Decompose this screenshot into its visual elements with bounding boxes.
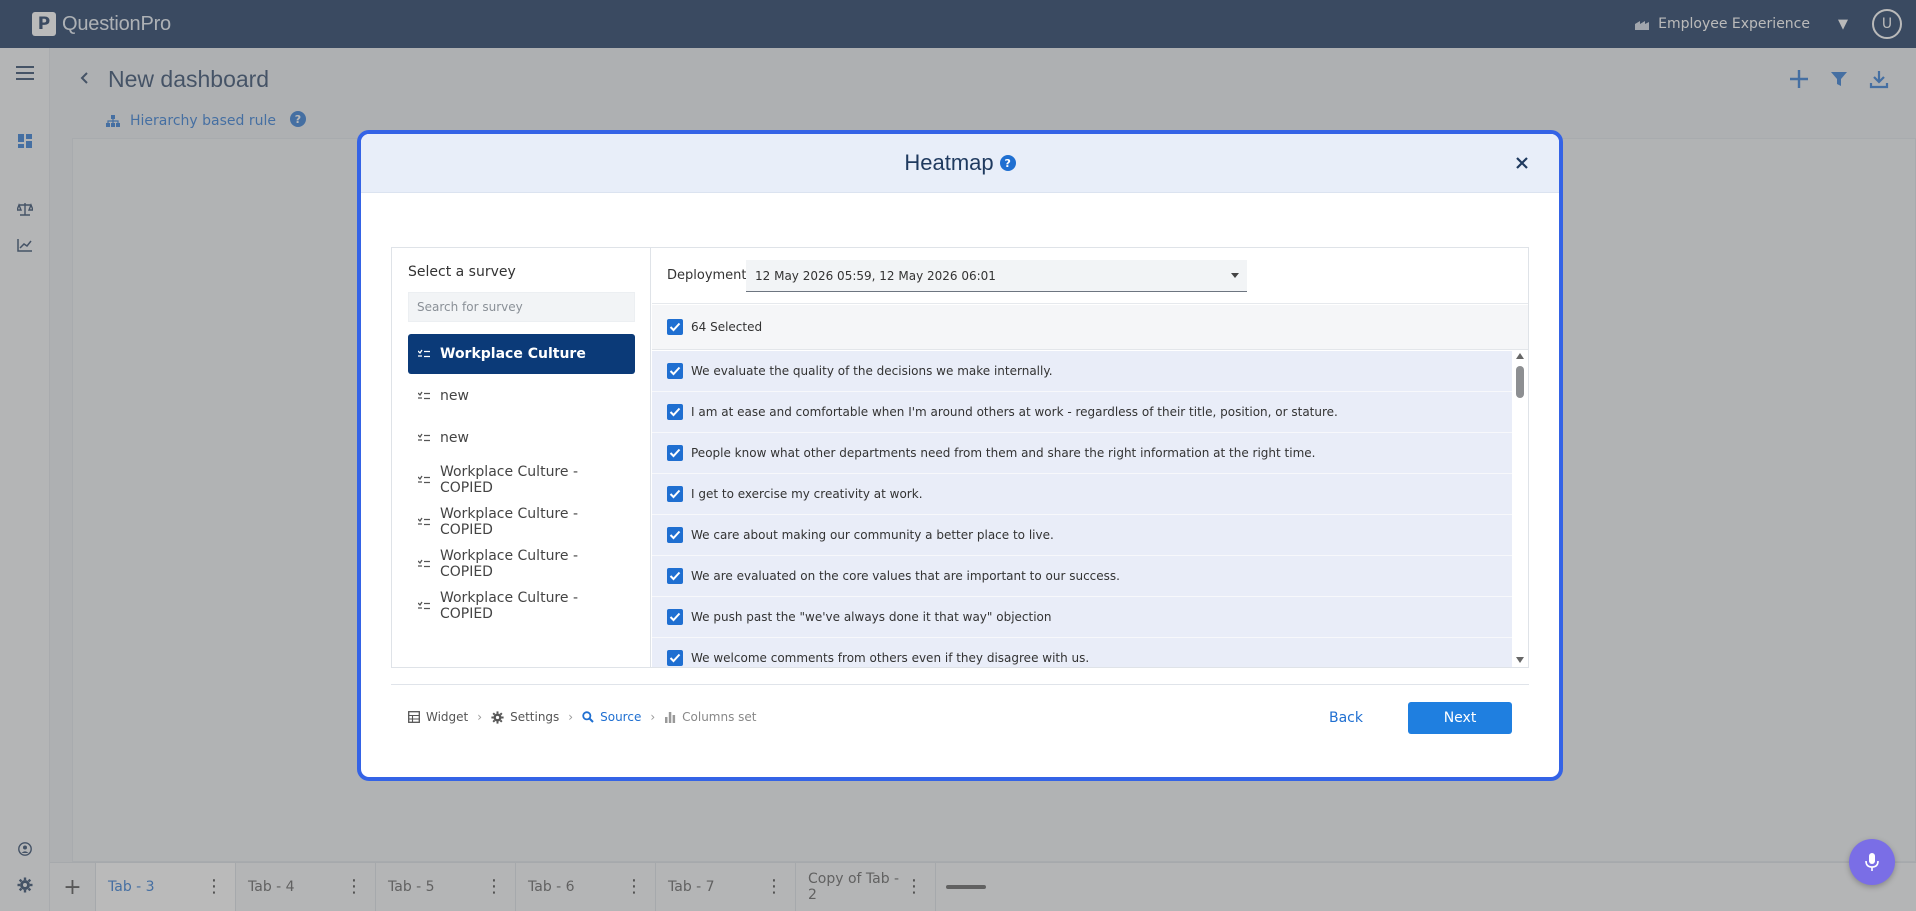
question-checkbox[interactable] (667, 609, 683, 625)
survey-item[interactable]: Workplace Culture - COPIED (408, 586, 635, 626)
question-checkbox[interactable] (667, 363, 683, 379)
survey-item[interactable]: Workplace Culture - COPIED (408, 502, 635, 542)
source-panel: Select a survey Search for survey Workpl… (391, 247, 1529, 668)
select-all-checkbox[interactable] (667, 319, 683, 335)
chevron-right-icon: › (477, 710, 483, 724)
dropdown-caret-icon (1231, 273, 1239, 278)
scroll-down-icon[interactable] (1516, 657, 1524, 663)
question-checkbox[interactable] (667, 404, 683, 420)
checklist-icon (418, 517, 430, 526)
question-item: We care about making our community a bet… (652, 515, 1512, 556)
help-icon[interactable]: ? (999, 155, 1016, 171)
deployment-label: Deployment (667, 268, 747, 283)
modal-title: Heatmap (904, 150, 994, 175)
microphone-button[interactable] (1849, 839, 1895, 885)
wizard-steps: Widget › Settings › Source › Columns set (408, 710, 757, 724)
question-item: I am at ease and comfortable when I'm ar… (652, 392, 1512, 433)
checklist-icon (418, 349, 430, 358)
survey-item[interactable]: Workplace Culture (408, 334, 635, 374)
deployment-select[interactable]: 12 May 2026 05:59, 12 May 2026 06:01 (746, 260, 1247, 292)
checklist-icon (418, 475, 430, 484)
question-item: We push past the "we've always done it t… (652, 597, 1512, 638)
question-checkbox[interactable] (667, 650, 683, 666)
search-icon (582, 711, 594, 723)
checklist-icon (418, 391, 430, 400)
bar-chart-icon (665, 712, 676, 723)
heatmap-modal: Heatmap ? Select a survey Search for sur… (357, 130, 1563, 781)
footer-divider (391, 684, 1529, 685)
deployment-row: Deployment 12 May 2026 05:59, 12 May 202… (652, 248, 1528, 304)
question-panel: Deployment 12 May 2026 05:59, 12 May 202… (652, 248, 1528, 667)
question-item: We are evaluated on the core values that… (652, 556, 1512, 597)
step-settings[interactable]: Settings (491, 710, 559, 724)
checklist-icon (418, 559, 430, 568)
survey-search-input[interactable]: Search for survey (408, 292, 635, 322)
table-icon (408, 711, 420, 723)
deployment-value: 12 May 2026 05:59, 12 May 2026 06:01 (755, 268, 996, 283)
question-item: We welcome comments from others even if … (652, 638, 1512, 667)
scroll-up-icon[interactable] (1516, 353, 1524, 359)
question-list-scrollbar[interactable] (1512, 351, 1528, 667)
step-source[interactable]: Source (582, 710, 641, 724)
microphone-icon (1865, 853, 1879, 871)
chevron-right-icon: › (568, 710, 574, 724)
question-checkbox[interactable] (667, 568, 683, 584)
question-item: I get to exercise my creativity at work. (652, 474, 1512, 515)
step-columns-set[interactable]: Columns set (664, 710, 757, 724)
next-button[interactable]: Next (1408, 702, 1512, 734)
checklist-icon (418, 433, 430, 442)
survey-item[interactable]: Workplace Culture - COPIED (408, 544, 635, 584)
survey-list-label: Select a survey (408, 264, 516, 280)
question-checkbox[interactable] (667, 486, 683, 502)
checklist-icon (418, 601, 430, 610)
back-button[interactable]: Back (1316, 702, 1376, 734)
survey-list-panel: Select a survey Search for survey Workpl… (392, 248, 651, 667)
survey-item[interactable]: new (408, 418, 635, 458)
modal-header: Heatmap ? (361, 134, 1559, 193)
question-item: We evaluate the quality of the decisions… (652, 351, 1512, 392)
survey-item[interactable]: new (408, 376, 635, 416)
scroll-thumb[interactable] (1516, 366, 1524, 398)
chevron-right-icon: › (650, 710, 656, 724)
survey-item[interactable]: Workplace Culture - COPIED (408, 460, 635, 500)
select-all-row: 64 Selected (652, 305, 1528, 350)
question-checkbox[interactable] (667, 527, 683, 543)
close-icon[interactable] (1513, 154, 1531, 172)
gear-icon (491, 710, 504, 724)
question-list: We evaluate the quality of the decisions… (652, 351, 1512, 667)
question-item: People know what other departments need … (652, 433, 1512, 474)
step-widget[interactable]: Widget (408, 710, 468, 724)
question-checkbox[interactable] (667, 445, 683, 461)
selected-count: 64 Selected (691, 320, 763, 334)
